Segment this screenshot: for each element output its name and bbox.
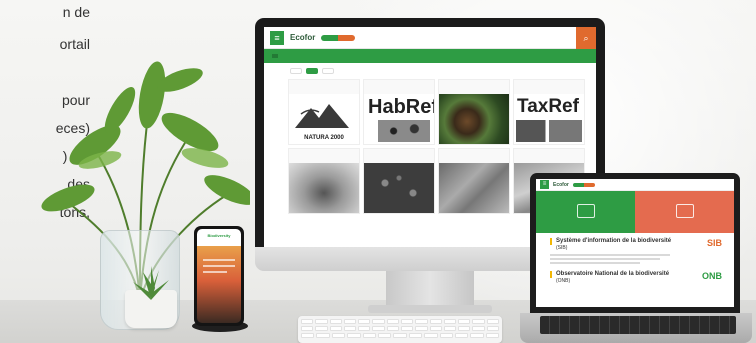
- header-links: ⌕: [564, 27, 596, 49]
- phone-text-line: [203, 265, 235, 267]
- resource-card[interactable]: [438, 79, 510, 145]
- phone-text-line: [203, 271, 227, 273]
- resource-card[interactable]: [438, 148, 510, 214]
- search-icon[interactable]: ⌕: [576, 27, 596, 49]
- site-logo[interactable]: Ecofor: [553, 182, 569, 188]
- section-title: Système d'information de la biodiversité: [550, 238, 722, 245]
- taxref-photo: [516, 120, 582, 142]
- card-image: [439, 94, 509, 144]
- site-logo-bar: [321, 34, 356, 41]
- hero-banners: [536, 191, 734, 233]
- natura-logo-icon: NATURA 2000: [295, 104, 349, 141]
- card-title: [289, 149, 359, 163]
- nav-tab[interactable]: [296, 54, 302, 58]
- laptop: ≡ Ecofor Système d'information de la bio…: [530, 173, 740, 313]
- site-header: ≡ Ecofor ⌕: [264, 27, 596, 49]
- section-onb[interactable]: Observatoire National de la biodiversité…: [536, 266, 734, 284]
- building-icon: [576, 203, 595, 218]
- resource-card[interactable]: [288, 148, 360, 214]
- key-row: [301, 333, 500, 338]
- card-image: [439, 163, 509, 213]
- card-brand: TaxRef: [517, 96, 579, 117]
- key-row: [301, 319, 499, 324]
- house-icon: [675, 203, 694, 218]
- laptop-keyboard: [540, 316, 736, 334]
- card-brand: HabRef: [368, 96, 434, 118]
- phone-text-line: [203, 259, 235, 261]
- resource-card[interactable]: HabRef: [363, 79, 435, 145]
- habref-photo: [378, 120, 430, 142]
- section-subtitle: (SIB): [556, 245, 568, 251]
- section-title: Observatoire National de la biodiversité: [550, 271, 722, 278]
- nav-right: [570, 54, 588, 58]
- main-nav: [264, 49, 596, 63]
- filter-tab[interactable]: [306, 68, 318, 74]
- nav-right-item[interactable]: [570, 54, 576, 58]
- card-title: [514, 149, 584, 163]
- onb-logo-icon: ONB: [702, 271, 722, 281]
- monitor-foot: [368, 305, 492, 313]
- site-logo[interactable]: Ecofor: [290, 33, 315, 42]
- card-title: [514, 80, 584, 94]
- card-image: [289, 163, 359, 213]
- resource-card[interactable]: NATURA 2000: [288, 79, 360, 145]
- filter-tab[interactable]: [290, 68, 302, 74]
- banner-orange[interactable]: [635, 191, 734, 233]
- section-subtitle: (ONB): [556, 278, 571, 284]
- card-image: [364, 163, 434, 213]
- resource-card[interactable]: TaxRef: [513, 79, 585, 145]
- succulent-icon: [133, 266, 169, 300]
- menu-icon[interactable]: ≡: [270, 30, 284, 45]
- nav-right-item[interactable]: [582, 54, 588, 58]
- intro-line: n de: [62, 4, 90, 20]
- filter-tab[interactable]: [322, 68, 334, 74]
- site-logo-bar: [572, 182, 595, 187]
- sib-logo-icon: SIB: [706, 238, 722, 248]
- card-title: [439, 80, 509, 94]
- phone-app-title: Biodiversity: [207, 233, 231, 238]
- laptop-site-header: ≡ Ecofor: [536, 179, 734, 191]
- card-title: [289, 80, 359, 94]
- resource-card[interactable]: [363, 148, 435, 214]
- card-brand: NATURA 2000: [304, 135, 344, 141]
- section-sib[interactable]: Système d'information de la biodiversité…: [536, 233, 734, 264]
- nav-tab[interactable]: [272, 54, 278, 58]
- card-title: [364, 149, 434, 163]
- banner-green[interactable]: [536, 191, 635, 233]
- card-title: [439, 149, 509, 163]
- monitor-stand: [386, 271, 474, 307]
- card-title: [364, 80, 434, 94]
- key-row: [301, 326, 499, 331]
- card-image: HabRef: [364, 94, 434, 144]
- section-text: [550, 254, 722, 264]
- menu-icon[interactable]: ≡: [540, 180, 549, 189]
- laptop-screen: ≡ Ecofor Système d'information de la bio…: [536, 179, 734, 307]
- card-image: TaxRef: [514, 94, 584, 144]
- succulent-pot: [125, 266, 177, 328]
- phone-screen: Biodiversity: [197, 229, 241, 323]
- keyboard: [298, 316, 502, 343]
- nav-tab[interactable]: [284, 54, 290, 58]
- hero-scene: n de ortail pour eces) ) est des tons,: [0, 0, 756, 343]
- smartphone: Biodiversity: [194, 226, 244, 326]
- card-image: NATURA 2000: [289, 94, 359, 144]
- filter-tabs: [264, 63, 596, 79]
